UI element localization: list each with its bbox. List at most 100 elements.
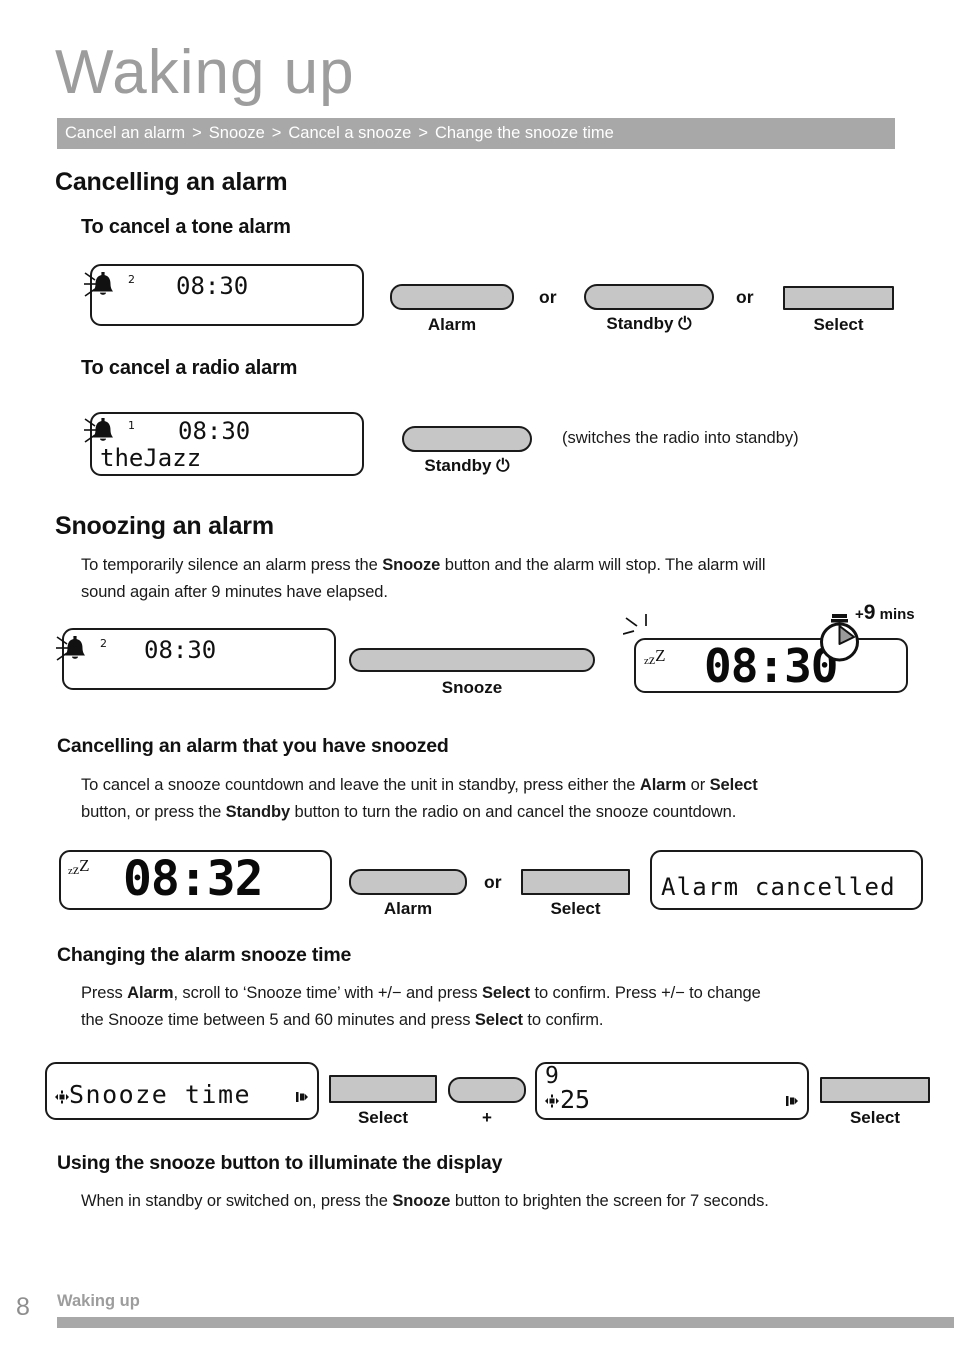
select-button[interactable] — [521, 869, 630, 895]
plus-button-label: + — [482, 1108, 492, 1127]
lcd-display-snooze-before: 2 08:30 — [56, 628, 336, 690]
snoozing-body-a: To temporarily silence an alarm press th… — [81, 556, 383, 574]
lcd-display-snooze-after: zzZ 08:30 — [634, 638, 908, 693]
minutes-unit: mins — [879, 606, 915, 623]
section-heading-cancelling-snoozed: Cancelling an alarm that you have snooze… — [57, 735, 449, 757]
section-heading-cancelling-an-alarm: Cancelling an alarm — [55, 168, 288, 196]
lcd-display-tone-alarm: 2 08:30 — [84, 264, 364, 326]
lcd-new-value: 25 — [560, 1085, 591, 1114]
or-connector: or — [736, 287, 754, 307]
lcd-menu-label: Snooze time — [69, 1080, 252, 1109]
cancelling-snoozed-body-text: To cancel a snooze countdown and leave t… — [81, 772, 901, 826]
lcd-time-value: 08:30 — [176, 272, 249, 300]
alarm-button[interactable] — [390, 284, 514, 310]
cs-body-a: To cancel a snooze countdown and leave t… — [81, 776, 640, 794]
select-bold: Select — [709, 776, 758, 794]
or-connector: or — [484, 872, 502, 892]
select-button[interactable] — [329, 1075, 437, 1103]
lcd-display-radio-alarm: 1 08:30 theJazz — [84, 412, 364, 476]
section-heading-snoozing-an-alarm: Snoozing an alarm — [55, 512, 274, 540]
breadcrumb-item-2: Cancel a snooze — [288, 124, 412, 142]
footer-bar — [57, 1317, 954, 1328]
alarm-button-label: Alarm — [427, 315, 477, 334]
alarm-number-label: 1 — [128, 419, 135, 432]
snooze-button[interactable] — [349, 648, 595, 672]
lcd-time-value: 08:32 — [123, 851, 263, 907]
cst-body-line2-b: to confirm. — [522, 1011, 604, 1029]
lcd-display-alarm-cancelled: Alarm cancelled — [650, 850, 923, 910]
lcd-message: Alarm cancelled — [661, 873, 896, 901]
section-heading-illuminate-display: Using the snooze button to illuminate th… — [57, 1152, 503, 1174]
snooze-duration-annotation: +9 mins — [855, 601, 915, 625]
subheading-cancel-radio-alarm: To cancel a radio alarm — [81, 357, 298, 379]
illuminate-display-body-text: When in standby or switched on, press th… — [81, 1188, 911, 1215]
cst-body-line2-a: the Snooze time between 5 and 60 minutes… — [81, 1011, 475, 1029]
snoozing-body-b: button and the alarm will stop. The alar… — [440, 556, 766, 574]
select-button[interactable] — [820, 1077, 930, 1103]
lcd-display-snoozed-time: zzZ 08:32 — [59, 850, 332, 910]
standby-note: (switches the radio into standby) — [562, 429, 799, 447]
breadcrumb-separator: > — [192, 124, 202, 142]
select-button-label: Select — [813, 315, 864, 334]
id-body-a: When in standby or switched on, press th… — [81, 1192, 393, 1210]
standby-button-label: Standby ⏻ — [424, 456, 510, 475]
standby-button[interactable] — [402, 426, 532, 452]
breadcrumb-item-3: Change the snooze time — [434, 124, 614, 142]
subheading-cancel-tone-alarm: To cancel a tone alarm — [81, 216, 291, 238]
lcd-time-value: 08:30 — [178, 417, 251, 445]
select-marker-icon — [545, 1094, 559, 1108]
cs-body-mid: or — [686, 776, 710, 794]
select-button-label: Select — [849, 1108, 901, 1127]
plus-button[interactable] — [448, 1077, 526, 1103]
breadcrumb-separator: > — [418, 124, 428, 142]
lcd-display-snooze-time-value: 9 25 — [535, 1062, 809, 1120]
bell-ringing-icon — [84, 272, 113, 297]
select-bold-2: Select — [474, 1011, 523, 1029]
changing-snooze-time-body-text: Press Alarm, scroll to ‘Snooze time’ wit… — [81, 980, 911, 1034]
alarm-number-label: 2 — [128, 273, 135, 286]
select-marker-icon — [55, 1090, 69, 1104]
scroll-marker-icon — [786, 1096, 798, 1106]
lcd-current-value: 9 — [545, 1063, 559, 1089]
snooze-button-label: Snooze — [441, 678, 503, 697]
alarm-bold: Alarm — [639, 776, 687, 794]
cs-body-line2-a: button, or press the — [81, 803, 226, 821]
snooze-zzz-icon: zzZ — [644, 646, 666, 668]
snoozing-body-line2: sound again after 9 minutes have elapsed… — [81, 583, 388, 601]
cs-body-line2-b: button to turn the radio on and cancel t… — [290, 803, 737, 821]
breadcrumb-item-1: Snooze — [208, 124, 265, 142]
footer-section-label: Waking up — [57, 1292, 140, 1310]
snooze-zzz-icon: zzZ — [68, 856, 90, 878]
or-connector: or — [539, 287, 557, 307]
standby-bold: Standby — [225, 803, 291, 821]
page-title: Waking up — [55, 38, 355, 107]
standby-button[interactable] — [584, 284, 714, 310]
breadcrumb: Cancel an alarm > Snooze > Cancel a snoo… — [57, 118, 895, 149]
cst-body-c: to confirm. Press +/− to change — [530, 984, 761, 1002]
select-button-label: Select — [357, 1108, 409, 1127]
snoozing-body-text: To temporarily silence an alarm press th… — [81, 552, 891, 606]
select-button-label: Select — [550, 899, 601, 918]
snooze-bold: Snooze — [392, 1192, 451, 1210]
lcd-station-name: theJazz — [100, 444, 202, 472]
standby-button-label: Standby ⏻ — [606, 314, 692, 333]
breadcrumb-item-0: Cancel an alarm — [65, 124, 186, 142]
page-number: 8 — [16, 1293, 30, 1321]
alarm-button[interactable] — [349, 869, 467, 895]
select-button[interactable] — [783, 286, 894, 310]
plus-sign: + — [855, 606, 864, 623]
cst-body-b: , scroll to ‘Snooze time’ with +/− and p… — [173, 984, 482, 1002]
breadcrumb-separator: > — [271, 124, 282, 142]
cst-body-a: Press — [81, 984, 128, 1002]
alarm-bold: Alarm — [127, 984, 174, 1002]
snooze-minutes-value: 9 — [863, 601, 876, 624]
lcd-time-value: 08:30 — [144, 636, 217, 664]
alarm-button-label: Alarm — [383, 899, 433, 918]
snooze-bold: Snooze — [382, 556, 441, 574]
lcd-display-snooze-time-menu: Snooze time — [45, 1062, 319, 1120]
section-heading-changing-snooze-time: Changing the alarm snooze time — [57, 944, 352, 966]
select-bold: Select — [482, 984, 531, 1002]
alarm-number-label: 2 — [100, 637, 107, 650]
scroll-marker-icon — [296, 1092, 308, 1102]
id-body-b: button to brighten the screen for 7 seco… — [450, 1192, 769, 1210]
